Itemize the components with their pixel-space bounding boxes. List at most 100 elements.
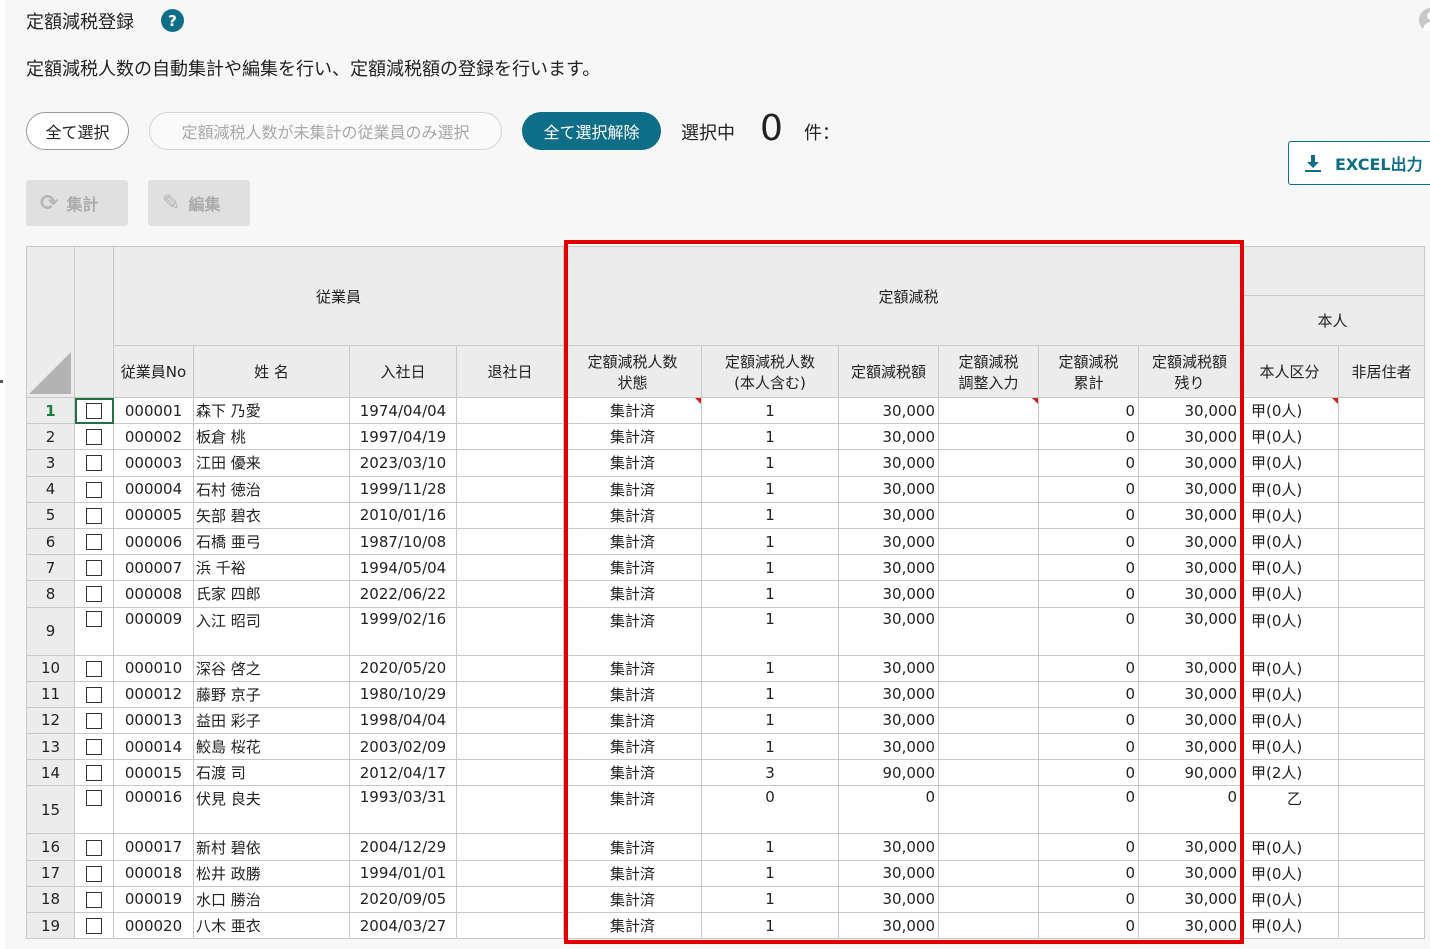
cell-name[interactable]: 石村 徳治 [193, 475, 350, 503]
cell-nonresident[interactable] [1338, 911, 1425, 940]
cell-amount[interactable]: 30,000 [838, 654, 939, 682]
table-row[interactable]: 13 000014 鮫島 桜花 2003/02/09 集計済 1 30,000 0 30,000… [26, 733, 1425, 761]
cell-amount[interactable]: 30,000 [838, 680, 939, 708]
cell-leave-date[interactable] [456, 759, 564, 787]
cell-join-date[interactable]: 2004/12/29 [349, 833, 457, 861]
row-checkbox-box[interactable] [86, 865, 102, 882]
cell-cumulative[interactable]: 0 [1038, 911, 1139, 940]
cell-adjust[interactable] [938, 885, 1039, 914]
table-row[interactable]: 6 000006 石橋 亜弓 1987/10/08 集計済 1 30,000 0 30,000 甲… [26, 527, 1425, 556]
cell-adjust[interactable] [938, 606, 1039, 656]
cell-remaining[interactable]: 30,000 [1138, 680, 1241, 708]
cell-adjust[interactable] [938, 706, 1039, 735]
cell-remaining[interactable]: 30,000 [1138, 423, 1241, 451]
table-row[interactable]: 14 000015 石渡 司 2012/04/17 集計済 3 90,000 0 90,000 甲… [26, 759, 1425, 787]
table-row[interactable]: 8 000008 氏家 四郎 2022/06/22 集計済 1 30,000 0 30,000 甲… [26, 580, 1425, 608]
column-header-name[interactable]: 姓 名 [193, 345, 350, 398]
row-checkbox[interactable] [74, 501, 114, 529]
cell-self-type[interactable]: 甲(0人) [1240, 396, 1339, 425]
cell-count-status[interactable]: 集計済 [563, 580, 702, 608]
table-row[interactable]: 17 000018 松井 政勝 1994/01/01 集計済 1 30,000 0 30,000… [26, 859, 1425, 887]
cell-name[interactable]: 伏見 良夫 [193, 785, 350, 835]
cell-amount[interactable]: 90,000 [838, 759, 939, 787]
cell-remaining[interactable]: 30,000 [1138, 396, 1241, 425]
cell-amount[interactable]: 30,000 [838, 396, 939, 425]
cell-join-date[interactable]: 2010/01/16 [349, 501, 457, 529]
row-checkbox[interactable] [74, 785, 114, 835]
cell-cumulative[interactable]: 0 [1038, 449, 1139, 477]
cell-leave-date[interactable] [456, 396, 564, 425]
cell-count[interactable]: 3 [701, 759, 839, 787]
row-checkbox-box[interactable] [86, 403, 102, 420]
cell-self-type[interactable]: 甲(0人) [1240, 449, 1339, 477]
cell-adjust[interactable] [938, 475, 1039, 503]
cell-amount[interactable]: 0 [838, 785, 939, 835]
column-header-leave-date[interactable]: 退社日 [456, 345, 564, 398]
cell-cumulative[interactable]: 0 [1038, 527, 1139, 556]
cell-cumulative[interactable]: 0 [1038, 501, 1139, 529]
row-checkbox-box[interactable] [86, 739, 102, 756]
cell-nonresident[interactable] [1338, 759, 1425, 787]
cell-amount[interactable]: 30,000 [838, 859, 939, 887]
cell-amount[interactable]: 30,000 [838, 885, 939, 914]
cell-count-status[interactable]: 集計済 [563, 654, 702, 682]
cell-nonresident[interactable] [1338, 833, 1425, 861]
cell-self-type[interactable]: 甲(0人) [1240, 501, 1339, 529]
cell-nonresident[interactable] [1338, 475, 1425, 503]
column-header-self-type[interactable]: 本人区分 [1240, 345, 1339, 398]
cell-emp-no[interactable]: 000006 [113, 527, 194, 556]
cell-count[interactable]: 1 [701, 527, 839, 556]
cell-nonresident[interactable] [1338, 680, 1425, 708]
cell-remaining[interactable]: 30,000 [1138, 859, 1241, 887]
cell-adjust[interactable] [938, 859, 1039, 887]
cell-amount[interactable]: 30,000 [838, 733, 939, 761]
cell-count[interactable]: 1 [701, 501, 839, 529]
cell-self-type[interactable]: 甲(0人) [1240, 554, 1339, 582]
column-header-remaining[interactable]: 定額減税額 残り [1138, 345, 1241, 398]
cell-leave-date[interactable] [456, 859, 564, 887]
cell-count-status[interactable]: 集計済 [563, 606, 702, 656]
cell-name[interactable]: 石橋 亜弓 [193, 527, 350, 556]
cell-adjust[interactable] [938, 554, 1039, 582]
cell-cumulative[interactable]: 0 [1038, 733, 1139, 761]
row-checkbox[interactable] [74, 733, 114, 761]
cell-nonresident[interactable] [1338, 859, 1425, 887]
cell-amount[interactable]: 30,000 [838, 423, 939, 451]
cell-adjust[interactable] [938, 423, 1039, 451]
row-checkbox-box[interactable] [86, 891, 102, 908]
cell-count[interactable]: 1 [701, 833, 839, 861]
cell-cumulative[interactable]: 0 [1038, 580, 1139, 608]
row-checkbox[interactable] [74, 580, 114, 608]
cell-remaining[interactable]: 30,000 [1138, 449, 1241, 477]
cell-count[interactable]: 1 [701, 706, 839, 735]
cell-emp-no[interactable]: 000007 [113, 554, 194, 582]
cell-count[interactable]: 1 [701, 554, 839, 582]
cell-emp-no[interactable]: 000008 [113, 580, 194, 608]
cell-count-status[interactable]: 集計済 [563, 527, 702, 556]
cell-count-status[interactable]: 集計済 [563, 475, 702, 503]
cell-join-date[interactable]: 2022/06/22 [349, 580, 457, 608]
cell-join-date[interactable]: 1998/04/04 [349, 706, 457, 735]
cell-leave-date[interactable] [456, 680, 564, 708]
table-row[interactable]: 16 000017 新村 碧依 2004/12/29 集計済 1 30,000 0 30,000… [26, 833, 1425, 861]
cell-amount[interactable]: 30,000 [838, 911, 939, 940]
table-row[interactable]: 11 000012 藤野 京子 1980/10/29 集計済 1 30,000 0 30,000… [26, 680, 1425, 708]
cell-count[interactable]: 1 [701, 606, 839, 656]
cell-join-date[interactable]: 1997/04/19 [349, 423, 457, 451]
cell-name[interactable]: 鮫島 桜花 [193, 733, 350, 761]
cell-self-type[interactable]: 甲(0人) [1240, 654, 1339, 682]
cell-self-type[interactable]: 甲(0人) [1240, 475, 1339, 503]
cell-name[interactable]: 水口 勝治 [193, 885, 350, 914]
select-unaggregated-button[interactable]: 定額減税人数が未集計の従業員のみ選択 [149, 112, 502, 150]
cell-emp-no[interactable]: 000016 [113, 785, 194, 835]
cell-nonresident[interactable] [1338, 785, 1425, 835]
cell-nonresident[interactable] [1338, 580, 1425, 608]
row-checkbox-box[interactable] [86, 481, 102, 498]
column-header-join-date[interactable]: 入社日 [349, 345, 457, 398]
cell-self-type[interactable]: 甲(0人) [1240, 706, 1339, 735]
cell-count-status[interactable]: 集計済 [563, 423, 702, 451]
cell-count[interactable]: 1 [701, 859, 839, 887]
cell-count-status[interactable]: 集計済 [563, 785, 702, 835]
cell-remaining[interactable]: 0 [1138, 785, 1241, 835]
row-checkbox[interactable] [74, 396, 114, 425]
